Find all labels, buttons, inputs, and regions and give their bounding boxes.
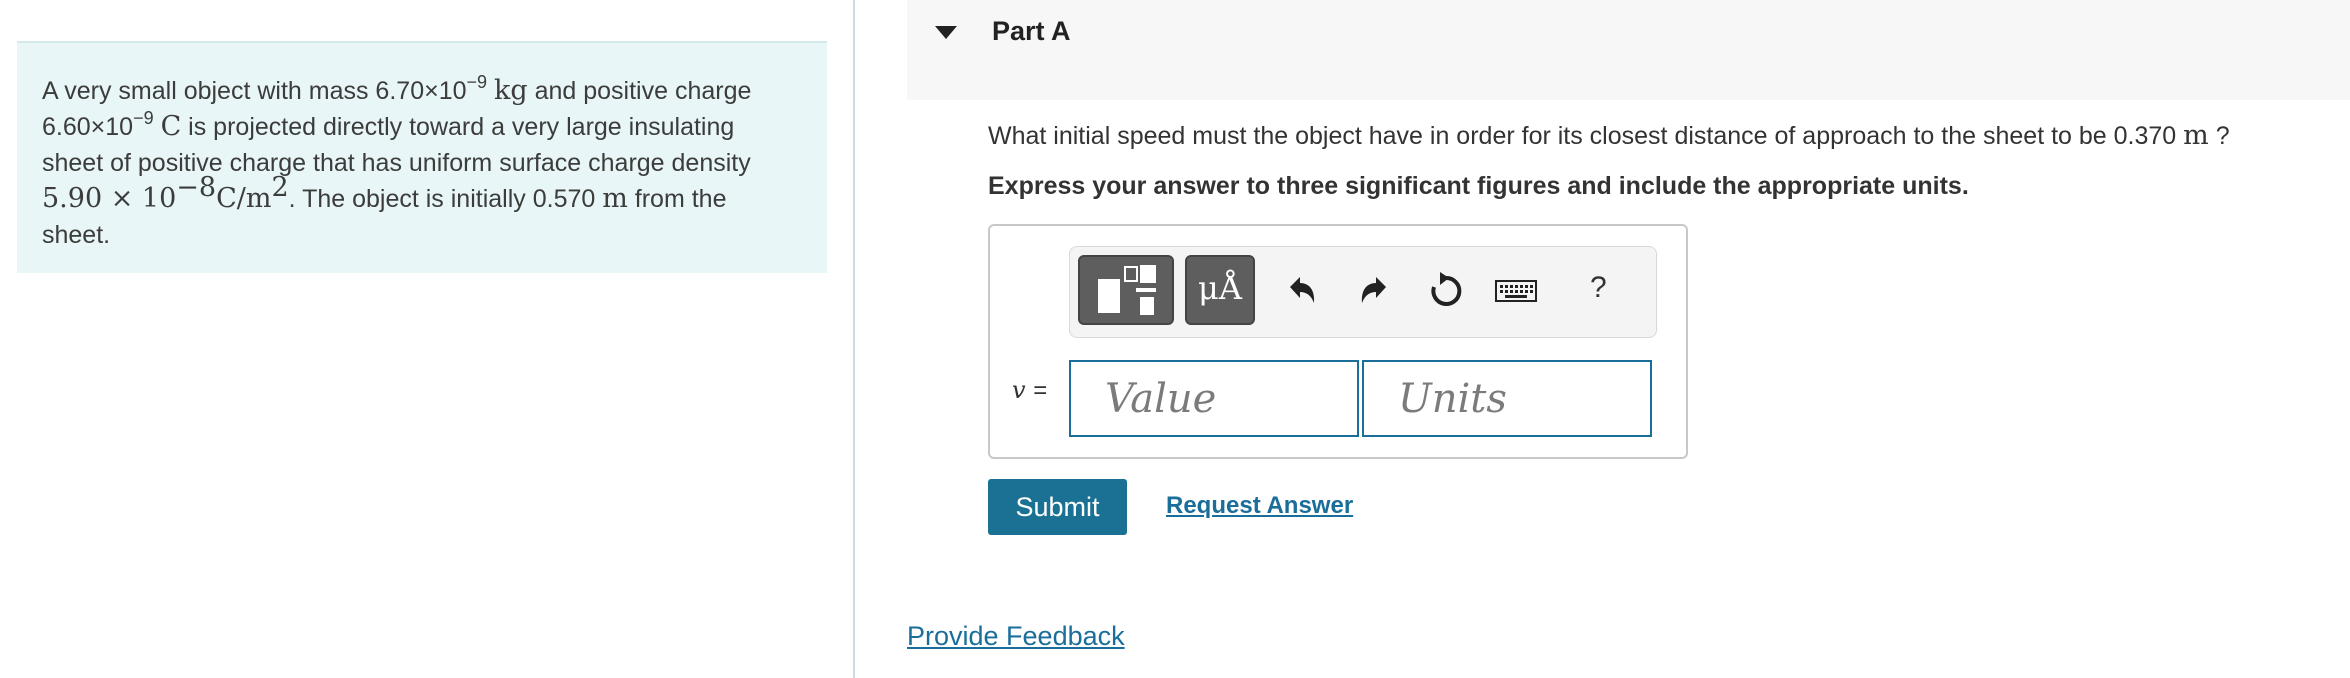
collapse-caret-icon[interactable] [935, 26, 957, 39]
redo-icon[interactable] [1354, 269, 1394, 313]
templates-icon [1098, 265, 1156, 315]
templates-button[interactable] [1078, 255, 1174, 325]
problem-line-5: sheet. [42, 221, 111, 249]
problem-line-2: 6.60×10−9 C is projected directly toward… [42, 107, 735, 142]
part-title: Part A [992, 16, 1071, 46]
problem-statement: A very small object with mass 6.70×10−9 … [17, 41, 827, 273]
variable-label: v = [1012, 376, 1048, 404]
panel-divider [853, 0, 855, 678]
help-icon[interactable]: ? [1590, 271, 1607, 305]
part-header[interactable]: Part A [907, 0, 2350, 100]
answer-box: μÅ ? v = [988, 224, 1688, 459]
value-input[interactable] [1069, 360, 1359, 437]
provide-feedback-link[interactable]: Provide Feedback [907, 621, 1125, 652]
problem-line-4: 5.90 × 10−8C/m2. The object is initially… [42, 171, 727, 214]
undo-icon[interactable] [1282, 269, 1322, 313]
keyboard-icon[interactable] [1494, 269, 1538, 313]
symbols-icon: μÅ [1198, 269, 1242, 307]
problem-panel: A very small object with mass 6.70×10−9 … [0, 0, 853, 678]
question-text: What initial speed must the object have … [988, 120, 2230, 151]
symbols-button[interactable]: μÅ [1185, 255, 1255, 325]
answer-instruction: Express your answer to three significant… [988, 172, 1969, 200]
reset-icon[interactable] [1426, 269, 1466, 313]
request-answer-link[interactable]: Request Answer [1166, 492, 1353, 520]
math-toolbar: μÅ ? [1069, 246, 1657, 338]
problem-line-3: sheet of positive charge that has unifor… [42, 149, 751, 177]
problem-line-1: A very small object with mass 6.70×10−9 … [42, 71, 752, 106]
units-input[interactable] [1362, 360, 1652, 437]
submit-button[interactable]: Submit [988, 479, 1127, 535]
